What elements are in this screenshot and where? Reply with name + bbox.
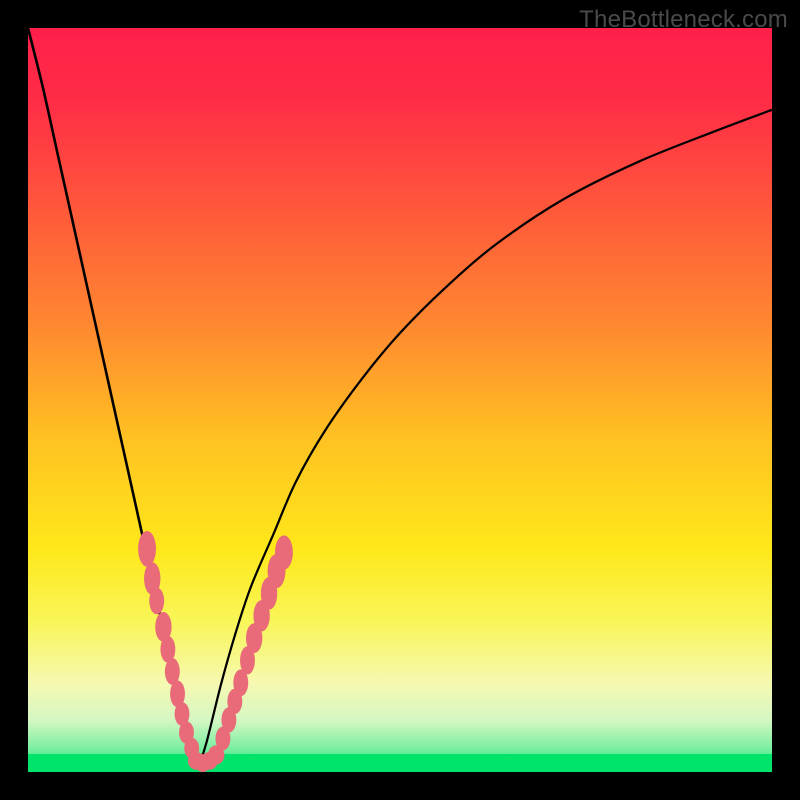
data-marker — [149, 587, 164, 614]
watermark-text: TheBottleneck.com — [579, 6, 788, 34]
data-marker — [275, 535, 293, 569]
right-curve — [199, 110, 772, 765]
plot-area — [28, 28, 772, 772]
curve-layer — [28, 28, 772, 772]
data-marker — [138, 531, 156, 567]
marker-group — [138, 531, 293, 772]
chart-frame: TheBottleneck.com — [0, 0, 800, 800]
